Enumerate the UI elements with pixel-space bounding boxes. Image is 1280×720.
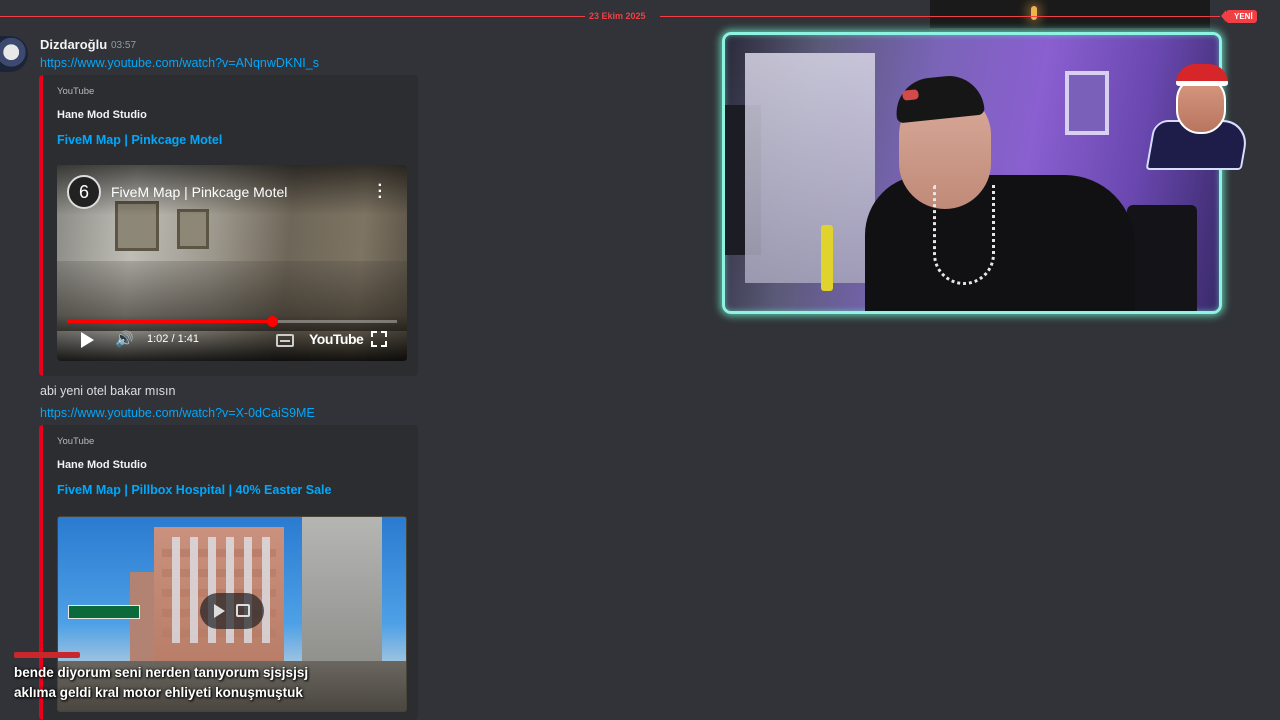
play-overlay-button[interactable]	[200, 593, 264, 629]
video-time: 1:02 / 1:41	[147, 333, 199, 345]
message-link-1[interactable]: https://www.youtube.com/watch?v=ANqnwDKN…	[40, 56, 319, 70]
progress-knob[interactable]	[266, 316, 278, 327]
video-title[interactable]: FiveM Map | Pinkcage Motel	[111, 184, 287, 200]
progress-bar[interactable]	[67, 316, 397, 327]
new-messages-badge[interactable]: YENİ	[1221, 10, 1257, 23]
road-sign	[68, 605, 140, 619]
embed-title[interactable]: FiveM Map | Pinkcage Motel	[57, 133, 222, 147]
bottle	[821, 225, 833, 291]
youtube-embed-1: YouTube Hane Mod Studio FiveM Map | Pink…	[39, 75, 418, 376]
video-player[interactable]: 6 FiveM Map | Pinkcage Motel · · · 🔊 1:02 …	[57, 165, 407, 361]
embed-title[interactable]: FiveM Map | Pillbox Hospital | 40% Easte…	[57, 483, 331, 497]
message-text-2: abi yeni otel bakar mısın	[40, 384, 176, 398]
stream-chat-overlay: bende diyorum seni nerden tanıyorum sjsj…	[0, 648, 320, 712]
captions-icon[interactable]	[276, 334, 294, 347]
video-top-bar: 6 FiveM Map | Pinkcage Motel · · ·	[57, 165, 407, 215]
channel-logo-icon[interactable]: 6	[67, 175, 101, 209]
webcam-overlay	[722, 32, 1222, 314]
video-controls: 🔊 1:02 / 1:41 YouTube	[57, 315, 407, 361]
volume-icon[interactable]: 🔊	[115, 330, 134, 348]
divider-line-left	[0, 16, 585, 17]
youtube-wordmark[interactable]: YouTube	[309, 331, 364, 347]
chat-username-bar	[14, 652, 80, 658]
open-external-icon	[236, 604, 250, 617]
divider-line-right	[660, 16, 1220, 17]
embed-provider: YouTube	[57, 86, 95, 97]
message-author[interactable]: Dizdaroğlu	[40, 37, 107, 52]
embed-author[interactable]: Hane Mod Studio	[57, 109, 147, 121]
embed-provider: YouTube	[57, 436, 95, 447]
speaker	[1127, 205, 1197, 311]
play-icon	[214, 604, 225, 618]
chat-line-1: bende diyorum seni nerden tanıyorum sjsj…	[14, 665, 309, 680]
date-divider: 23 Ekim 2025	[0, 10, 1280, 24]
message-timestamp: 03:57	[111, 40, 137, 51]
avatar[interactable]	[0, 36, 28, 72]
streamer-chain	[933, 185, 995, 285]
play-icon[interactable]	[81, 332, 94, 348]
santa-sticker	[1145, 64, 1251, 174]
progress-fill	[67, 320, 272, 323]
building	[302, 517, 382, 667]
divider-date: 23 Ekim 2025	[589, 11, 646, 21]
santa-hat-icon	[1176, 64, 1228, 86]
shelf	[745, 53, 875, 283]
fullscreen-icon[interactable]	[371, 331, 387, 347]
streamer-body	[865, 175, 1135, 311]
wall-frame	[177, 209, 209, 249]
message-link-2[interactable]: https://www.youtube.com/watch?v=X-0dCaiS…	[40, 406, 315, 420]
chat-line-2: aklıma geldi kral motor ehliyeti konuşmu…	[14, 685, 303, 700]
wall-frame	[1065, 71, 1109, 135]
embed-author[interactable]: Hane Mod Studio	[57, 459, 147, 471]
kebab-icon[interactable]: · · ·	[378, 178, 383, 206]
